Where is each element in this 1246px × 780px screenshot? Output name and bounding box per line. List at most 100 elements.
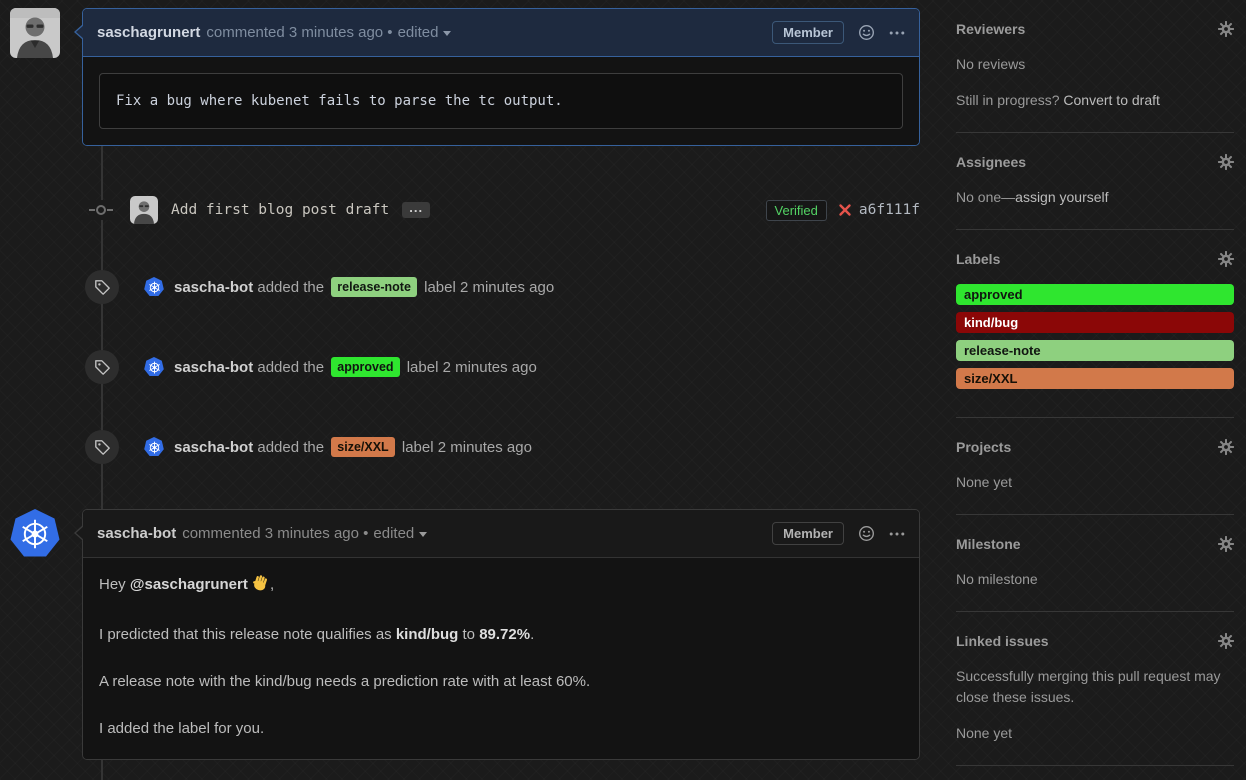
prediction-text: I predicted that this release note quali…	[99, 626, 396, 643]
commit-sha-link[interactable]: a6f111f	[859, 202, 920, 218]
comment-sascha-bot: sascha-bot commented 3 minutes ago • edi…	[10, 509, 920, 760]
no-reviews-text: No reviews	[956, 54, 1234, 75]
commit-message-link[interactable]: Add first blog post draft	[171, 202, 389, 218]
label-event-release-note: sascha-bot added the release-note label …	[10, 270, 920, 304]
avatar-sascha-bot[interactable]	[144, 357, 164, 377]
user-photo	[10, 8, 60, 58]
event-suffix: label 2 minutes ago	[402, 439, 532, 456]
event-action: added the	[257, 439, 324, 456]
edited-dropdown[interactable]: edited	[398, 24, 452, 41]
sidebar-label-approved[interactable]: approved	[956, 284, 1234, 305]
prediction-mid: to	[458, 626, 479, 643]
avatar-sascha-bot[interactable]	[144, 277, 164, 297]
edited-label: edited	[373, 525, 414, 542]
gear-icon[interactable]	[1218, 439, 1234, 455]
member-badge: Member	[772, 21, 844, 44]
comment-body: Fix a bug where kubenet fails to parse t…	[83, 57, 919, 145]
milestone-title: Milestone	[956, 536, 1021, 552]
projects-section: Projects None yet	[956, 439, 1234, 515]
comment-card-highlighted: saschagrunert commented 3 minutes ago • …	[82, 8, 920, 146]
comment-options-button[interactable]	[889, 30, 905, 36]
comment-actions: Member	[772, 522, 905, 545]
tag-icon	[94, 439, 111, 456]
comment-body: Hey @saschagrunert , I predicted that th…	[83, 558, 919, 759]
avatar-sascha-bot-large[interactable]	[10, 509, 60, 559]
commit-status-group: Verified a6f111f	[766, 200, 920, 221]
draft-hint-text: Still in progress?	[956, 92, 1063, 108]
smiley-icon	[858, 24, 875, 41]
comment-options-button[interactable]	[889, 531, 905, 537]
sidebar: Reviewers No reviews Still in progress? …	[956, 8, 1234, 780]
gear-icon[interactable]	[1218, 536, 1234, 552]
event-badge	[85, 350, 119, 384]
event-text: sascha-bot added the approved label 2 mi…	[174, 357, 537, 377]
no-projects-text: None yet	[956, 472, 1234, 493]
tag-icon	[94, 279, 111, 296]
label-event-approved: sascha-bot added the approved label 2 mi…	[10, 350, 920, 384]
verified-badge[interactable]: Verified	[766, 200, 827, 221]
commit-description-expander[interactable]: ...	[402, 202, 430, 218]
comment-meta: commented 3 minutes ago •	[206, 24, 392, 41]
projects-title: Projects	[956, 439, 1011, 455]
greeting-comma: ,	[270, 576, 274, 593]
no-linked-issues-text: None yet	[956, 723, 1234, 744]
gear-icon[interactable]	[1218, 21, 1234, 37]
event-badge	[85, 430, 119, 464]
label-chip-release-note[interactable]: release-note	[331, 277, 417, 297]
greeting-text: Hey	[99, 576, 130, 593]
assignees-section: Assignees No one—assign yourself	[956, 154, 1234, 230]
commit-event: Add first blog post draft ... Verified a…	[10, 196, 920, 224]
gear-icon[interactable]	[1218, 633, 1234, 649]
gear-icon[interactable]	[1218, 251, 1234, 267]
comment-author[interactable]: sascha-bot	[97, 525, 176, 542]
comment-header: sascha-bot commented 3 minutes ago • edi…	[83, 510, 919, 558]
smiley-icon	[858, 525, 875, 542]
greeting-paragraph: Hey @saschagrunert ,	[99, 574, 903, 598]
gear-icon[interactable]	[1218, 154, 1234, 170]
status-failed-x-icon[interactable]	[838, 203, 852, 217]
event-text: sascha-bot added the size/XXL label 2 mi…	[174, 437, 532, 457]
comment-author[interactable]: saschagrunert	[97, 24, 200, 41]
sidebar-label-kind-bug[interactable]: kind/bug	[956, 312, 1234, 333]
added-label-paragraph: I added the label for you.	[99, 718, 903, 739]
comment-saschagrunert: saschagrunert commented 3 minutes ago • …	[10, 8, 920, 146]
commit-author-avatar[interactable]	[130, 196, 158, 224]
kubernetes-logo-icon	[144, 437, 164, 457]
edited-dropdown[interactable]: edited	[373, 525, 427, 542]
linked-issues-desc: Successfully merging this pull request m…	[956, 666, 1234, 708]
sidebar-label-release-note[interactable]: release-note	[956, 340, 1234, 361]
event-text: sascha-bot added the release-note label …	[174, 277, 554, 297]
reviewers-section: Reviewers No reviews Still in progress? …	[956, 21, 1234, 133]
linked-issues-title: Linked issues	[956, 633, 1049, 649]
no-milestone-text: No milestone	[956, 569, 1234, 590]
linked-issues-section: Linked issues Successfully merging this …	[956, 633, 1234, 766]
chevron-down-icon	[443, 31, 451, 36]
avatar-sascha-bot[interactable]	[144, 437, 164, 457]
add-reaction-button[interactable]	[858, 24, 875, 41]
timeline-column: saschagrunert commented 3 minutes ago • …	[10, 8, 920, 780]
label-chip-approved[interactable]: approved	[331, 357, 399, 377]
label-chip-size-xxl[interactable]: size/XXL	[331, 437, 394, 457]
convert-to-draft-link[interactable]: Convert to draft	[1063, 92, 1160, 108]
mention-saschagrunert[interactable]: @saschagrunert	[130, 576, 248, 593]
prediction-paragraph: I predicted that this release note quali…	[99, 624, 903, 645]
prediction-period: .	[530, 626, 534, 643]
percentage-bold: 89.72%	[479, 626, 530, 643]
event-actor[interactable]: sascha-bot	[174, 279, 253, 296]
label-list: approved kind/bug release-note size/XXL	[956, 284, 1234, 389]
labels-section: Labels approved kind/bug release-note si…	[956, 251, 1234, 418]
event-actor[interactable]: sascha-bot	[174, 359, 253, 376]
no-assignee-text: No one—	[956, 189, 1015, 205]
event-actor[interactable]: sascha-bot	[174, 439, 253, 456]
sidebar-label-size-xxl[interactable]: size/XXL	[956, 368, 1234, 389]
assign-yourself-link[interactable]: assign yourself	[1015, 189, 1108, 205]
comment-header: saschagrunert commented 3 minutes ago • …	[83, 9, 919, 57]
avatar-saschagrunert[interactable]	[10, 8, 60, 58]
kubernetes-logo-icon	[10, 509, 60, 559]
labels-title: Labels	[956, 251, 1000, 267]
add-reaction-button[interactable]	[858, 525, 875, 542]
milestone-section: Milestone No milestone	[956, 536, 1234, 612]
pr-conversation-page: saschagrunert commented 3 minutes ago • …	[0, 0, 1246, 780]
kebab-horizontal-icon	[889, 531, 905, 537]
assignees-title: Assignees	[956, 154, 1026, 170]
